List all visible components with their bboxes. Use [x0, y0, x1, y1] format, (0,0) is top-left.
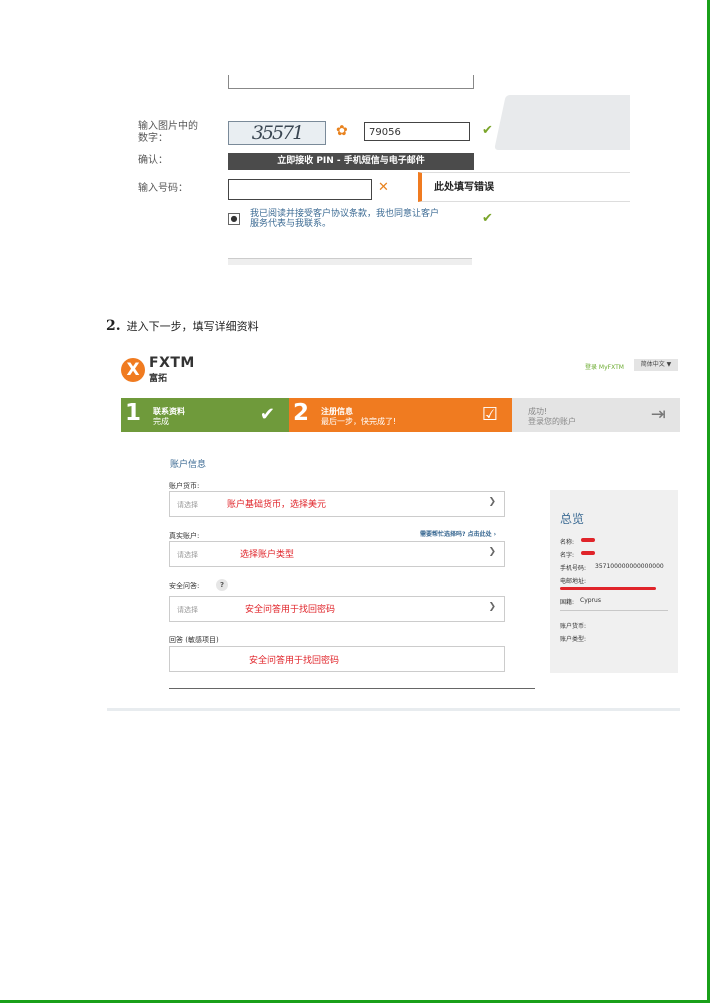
- divider: [169, 688, 535, 689]
- currency-annotation: 账户基础货币，选择美元: [227, 500, 327, 510]
- captcha-label: 输入图片中的 数字：: [138, 121, 198, 144]
- answer-annotation: 安全问答用于找回密码: [249, 656, 340, 666]
- summary-country-value: Cyprus: [580, 597, 601, 604]
- logo-subtext: 富拓: [149, 374, 168, 384]
- monitor-illustration: [494, 95, 630, 150]
- summary-email-label: 电邮地址:: [560, 578, 587, 585]
- summary-phone-label: 手机号码:: [560, 565, 587, 572]
- summary-account-type: 账户类型:: [560, 636, 587, 643]
- receive-pin-button[interactable]: 立即接收 PIN - 手机短信与电子邮件: [228, 153, 474, 170]
- previous-field: [228, 75, 474, 89]
- currency-placeholder: 请选择: [177, 501, 198, 509]
- terms-text: 我已阅读并接受客户协议条款，我也同意让客户服务代表与我联系。: [250, 209, 440, 229]
- step-2-number: 2: [293, 400, 310, 426]
- login-door-icon: ⇥: [650, 404, 666, 425]
- answer-label: 回答 (敏感项目): [169, 636, 219, 644]
- account-type-select[interactable]: 请选择 选择账户类型 ❯: [169, 541, 505, 567]
- confirm-label: 确认：: [138, 155, 168, 166]
- step-heading: 2. 进入下一步，填写详细资料: [106, 318, 259, 334]
- security-annotation: 安全问答用于找回密码: [245, 605, 336, 615]
- summary-last-name: 名字:: [560, 552, 575, 559]
- chevron-down-icon: ❯: [488, 497, 496, 507]
- terms-checkbox[interactable]: ●: [228, 213, 240, 225]
- security-label: 安全问答:: [169, 582, 200, 590]
- step-number: 2.: [106, 318, 121, 334]
- login-link[interactable]: 登录 MyFXTM: [585, 362, 624, 371]
- currency-select[interactable]: 请选择 账户基础货币，选择美元 ❯: [169, 491, 505, 517]
- section-title: 账户信息: [170, 460, 207, 470]
- summary-phone-value: 357100000000000000: [595, 563, 664, 570]
- answer-input[interactable]: 安全问答用于找回密码: [169, 646, 505, 672]
- captcha-image: 35571: [228, 121, 326, 145]
- step-3: 成功! 登录您的账户 ⇥: [512, 398, 680, 432]
- chevron-down-icon: ❯: [488, 602, 496, 612]
- code-label: 输入号码：: [138, 183, 188, 194]
- checkmark-icon: ✔: [259, 404, 275, 425]
- submit-button-edge[interactable]: [228, 258, 472, 265]
- language-select[interactable]: 简体中文 ▼: [634, 359, 678, 371]
- terms-check-icon: ✔: [482, 211, 493, 226]
- summary-first-name: 名称:: [560, 539, 575, 546]
- summary-title: 总览: [560, 512, 585, 526]
- account-type-placeholder: 请选择: [177, 551, 198, 559]
- summary-account-currency: 账户货币:: [560, 623, 587, 630]
- captcha-input[interactable]: 79056: [364, 122, 470, 141]
- registration-screenshot: X FXTM 富拓 登录 MyFXTM 简体中文 ▼ 1 联系资料 完成 ✔ 2…: [107, 348, 680, 711]
- captcha-form-screenshot: 输入图片中的 数字： 35571 ✿ 79056 ✔ 确认： 立即接收 PIN …: [130, 75, 630, 265]
- help-icon[interactable]: ?: [216, 579, 228, 591]
- chevron-down-icon: ❯: [488, 547, 496, 557]
- currency-label: 账户货币:: [169, 482, 200, 490]
- fxtm-logo-icon: X: [121, 358, 145, 382]
- summary-divider: [560, 610, 668, 611]
- redaction-mark: [560, 587, 656, 590]
- logo-text: FXTM: [149, 355, 195, 371]
- refresh-icon[interactable]: ✿: [336, 123, 348, 139]
- real-account-label: 真实账户:: [169, 532, 200, 540]
- step-text: 进入下一步，填写详细资料: [126, 320, 259, 333]
- step-2: 2 注册信息 最后一步，快完成了! ☑: [289, 398, 512, 432]
- error-x-icon: ✕: [378, 180, 389, 195]
- security-question-select[interactable]: 请选择 安全问答用于找回密码 ❯: [169, 596, 505, 622]
- clipboard-check-icon: ☑: [481, 404, 498, 425]
- help-link[interactable]: 需要帮忙选择吗? 点击此处 ›: [420, 529, 496, 538]
- summary-country-label: 国籍:: [560, 599, 575, 606]
- step-3-sub: 登录您的账户: [528, 417, 576, 426]
- step-2-sub: 最后一步，快完成了!: [321, 417, 397, 426]
- progress-steps: 1 联系资料 完成 ✔ 2 注册信息 最后一步，快完成了! ☑ 成功! 登录您的…: [121, 398, 680, 432]
- summary-panel: 总览 名称: 名字: 手机号码: 357100000000000000 电邮地址…: [550, 490, 678, 673]
- account-type-annotation: 选择账户类型: [240, 550, 295, 560]
- check-icon: ✔: [482, 123, 493, 138]
- step-1-number: 1: [125, 400, 142, 426]
- error-tooltip: 此处填写错误: [418, 172, 630, 202]
- redaction-mark: [581, 551, 595, 555]
- code-input[interactable]: [228, 179, 372, 200]
- security-placeholder: 请选择: [177, 606, 198, 614]
- step-1: 1 联系资料 完成 ✔: [121, 398, 289, 432]
- step-1-sub: 完成: [153, 417, 169, 426]
- redaction-mark: [581, 538, 595, 542]
